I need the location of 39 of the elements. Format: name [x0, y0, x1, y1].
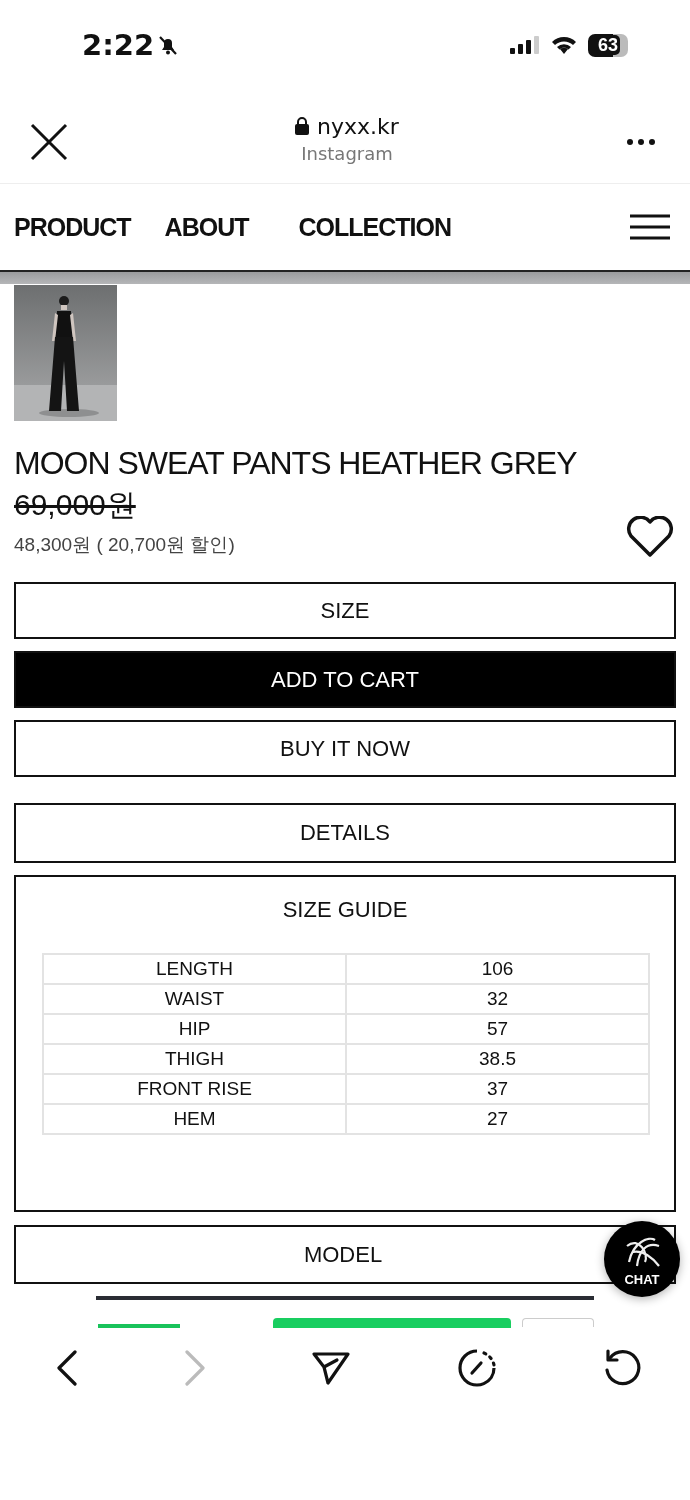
- back-icon[interactable]: [56, 1350, 78, 1386]
- size-guide-title: SIZE GUIDE: [281, 897, 409, 923]
- table-cell: 106: [346, 954, 649, 984]
- table-cell: HEM: [43, 1104, 346, 1134]
- send-icon[interactable]: [311, 1350, 351, 1386]
- source-label: Instagram: [301, 142, 393, 164]
- chat-button[interactable]: CHAT: [604, 1221, 680, 1297]
- product-title: MOON SWEAT PANTS HEATHER GREY: [14, 444, 577, 483]
- details-button[interactable]: DETAILS: [14, 803, 676, 863]
- sale-price: 48,300원 ( 20,700원 할인): [14, 533, 235, 557]
- action-button[interactable]: BUY IT NOW: [14, 720, 676, 777]
- table-cell: 27: [346, 1104, 649, 1134]
- nav-link[interactable]: ABOUT: [164, 212, 249, 242]
- add-to-cart-button[interactable]: ADD TO CART: [14, 651, 676, 708]
- nav-link[interactable]: COLLECTION: [298, 212, 451, 242]
- status-time: 2:22: [82, 28, 155, 62]
- timer-icon[interactable]: [456, 1348, 497, 1388]
- table-cell: 57: [346, 1014, 649, 1044]
- table-cell: HIP: [43, 1014, 346, 1044]
- battery-indicator: 63: [587, 33, 628, 57]
- table-cell: 38.5: [346, 1044, 649, 1074]
- nav-link[interactable]: PRODUCT: [14, 212, 131, 242]
- model-button[interactable]: MODEL: [14, 1225, 592, 1284]
- close-icon[interactable]: [30, 122, 68, 161]
- table-cell: WAIST: [43, 984, 346, 1014]
- table-cell: 32: [346, 984, 649, 1014]
- signal-icon: [509, 35, 540, 55]
- site-domain: nyxx.kr: [317, 113, 399, 139]
- table-cell: 37: [346, 1074, 649, 1104]
- reload-icon[interactable]: [602, 1348, 642, 1388]
- table-cell: THIGH: [43, 1044, 346, 1074]
- more-icon[interactable]: [626, 137, 656, 146]
- menu-icon[interactable]: [630, 214, 670, 240]
- lock-icon: [295, 117, 310, 135]
- heart-icon[interactable]: [626, 516, 674, 558]
- original-price: 69,000원: [14, 487, 137, 523]
- table-cell: FRONT RISE: [43, 1074, 346, 1104]
- table-cell: LENGTH: [43, 954, 346, 984]
- action-button[interactable]: SIZE: [14, 582, 676, 639]
